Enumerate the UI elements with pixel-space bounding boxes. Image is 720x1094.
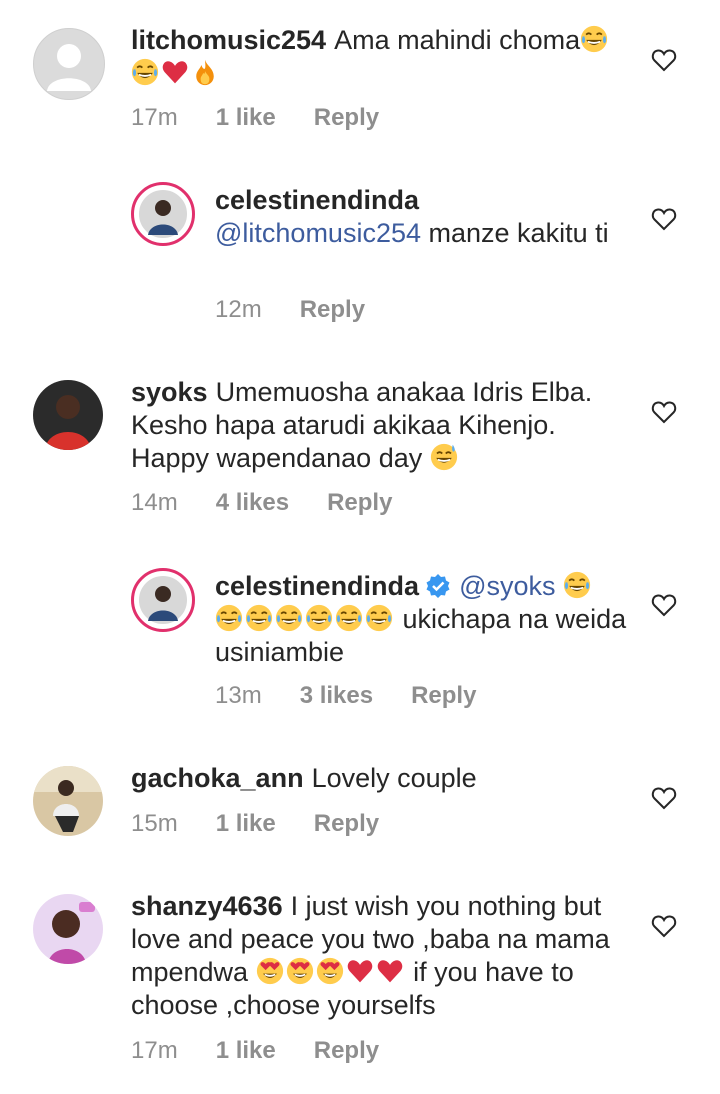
profile-photo <box>135 572 191 628</box>
comment-text: celestinendinda @litchomusic254 manze ka… <box>215 184 635 250</box>
laughing-tears-emoji-icon <box>305 604 333 632</box>
laughing-tears-emoji-icon <box>365 604 393 632</box>
heart-eyes-emoji-icon <box>256 957 284 985</box>
laughing-tears-emoji-icon <box>245 604 273 632</box>
likes-count[interactable]: 1 like <box>216 810 276 837</box>
profile-photo <box>33 380 103 450</box>
comment-meta: 13m 3 likes Reply <box>215 682 514 710</box>
timestamp: 15m <box>131 810 178 837</box>
red-heart-emoji-icon <box>376 957 404 985</box>
username[interactable]: celestinendinda <box>215 185 419 215</box>
likes-count[interactable]: 3 likes <box>300 682 373 709</box>
profile-photo <box>33 894 103 964</box>
heart-eyes-emoji-icon <box>286 957 314 985</box>
comment-meta: 14m 4 likes Reply <box>131 489 430 517</box>
laughing-tears-emoji-icon <box>131 58 159 86</box>
red-heart-emoji-icon <box>161 58 189 86</box>
laughing-tears-emoji-icon <box>215 604 243 632</box>
likes-count[interactable]: 1 like <box>216 1037 276 1064</box>
heart-outline-icon[interactable] <box>651 914 677 938</box>
verified-badge-icon <box>426 574 450 598</box>
avatar[interactable] <box>33 894 103 964</box>
username[interactable]: celestinendinda <box>215 571 419 601</box>
heart-eyes-emoji-icon <box>316 957 344 985</box>
comment-meta: 17m 1 like Reply <box>131 1037 417 1065</box>
timestamp: 17m <box>131 1037 178 1064</box>
comment-text: shanzy4636 I just wish you nothing but lo… <box>131 890 636 1022</box>
laughing-tears-emoji-icon <box>563 571 591 599</box>
comment-meta: 17m 1 like Reply <box>131 104 417 132</box>
reply-button[interactable]: Reply <box>314 104 379 131</box>
profile-photo <box>33 766 103 836</box>
laughing-tears-emoji-icon <box>275 604 303 632</box>
reply-button[interactable]: Reply <box>314 1037 379 1064</box>
likes-count[interactable]: 1 like <box>216 104 276 131</box>
profile-photo <box>135 186 191 242</box>
reply-button[interactable]: Reply <box>300 296 365 323</box>
heart-outline-icon[interactable] <box>651 207 677 231</box>
comment-text: syoks Umemuosha anakaa Idris Elba. Kesho … <box>131 376 631 475</box>
fire-emoji-icon <box>191 58 219 86</box>
avatar-story-ring[interactable] <box>131 182 195 246</box>
red-heart-emoji-icon <box>346 957 374 985</box>
mention-link[interactable]: @litchomusic254 <box>215 218 421 248</box>
avatar[interactable] <box>33 766 103 836</box>
mention-link[interactable]: @syoks <box>459 571 555 601</box>
comment-body: Lovely couple <box>311 763 477 793</box>
avatar-story-ring[interactable] <box>131 568 195 632</box>
username[interactable]: syoks <box>131 377 208 407</box>
timestamp: 14m <box>131 489 178 516</box>
avatar[interactable] <box>33 28 105 100</box>
comment-meta: 12m Reply <box>215 296 403 324</box>
timestamp: 13m <box>215 682 262 709</box>
reply-button[interactable]: Reply <box>411 682 476 709</box>
laughing-tears-emoji-icon <box>580 25 608 53</box>
comment-body: Ama mahindi choma <box>334 25 581 55</box>
comment-meta: 15m 1 like Reply <box>131 810 417 838</box>
comment-text: litchomusic254 Ama mahindi choma <box>131 24 631 90</box>
heart-outline-icon[interactable] <box>651 786 677 810</box>
username[interactable]: litchomusic254 <box>131 25 326 55</box>
reply-button[interactable]: Reply <box>327 489 392 516</box>
heart-outline-icon[interactable] <box>651 593 677 617</box>
reply-button[interactable]: Reply <box>314 810 379 837</box>
grinning-sweat-emoji-icon <box>430 443 458 471</box>
default-avatar-icon <box>47 44 91 91</box>
comment-text: gachoka_ann Lovely couple <box>131 762 631 795</box>
comment-body: manze kakitu ti <box>428 218 609 248</box>
timestamp: 12m <box>215 296 262 323</box>
comment-text: celestinendinda @syoks ukichapa na weida … <box>215 570 635 669</box>
avatar[interactable] <box>33 380 103 450</box>
likes-count[interactable]: 4 likes <box>216 489 289 516</box>
username[interactable]: gachoka_ann <box>131 763 304 793</box>
heart-outline-icon[interactable] <box>651 400 677 424</box>
laughing-tears-emoji-icon <box>335 604 363 632</box>
username[interactable]: shanzy4636 <box>131 891 283 921</box>
heart-outline-icon[interactable] <box>651 48 677 72</box>
timestamp: 17m <box>131 104 178 131</box>
